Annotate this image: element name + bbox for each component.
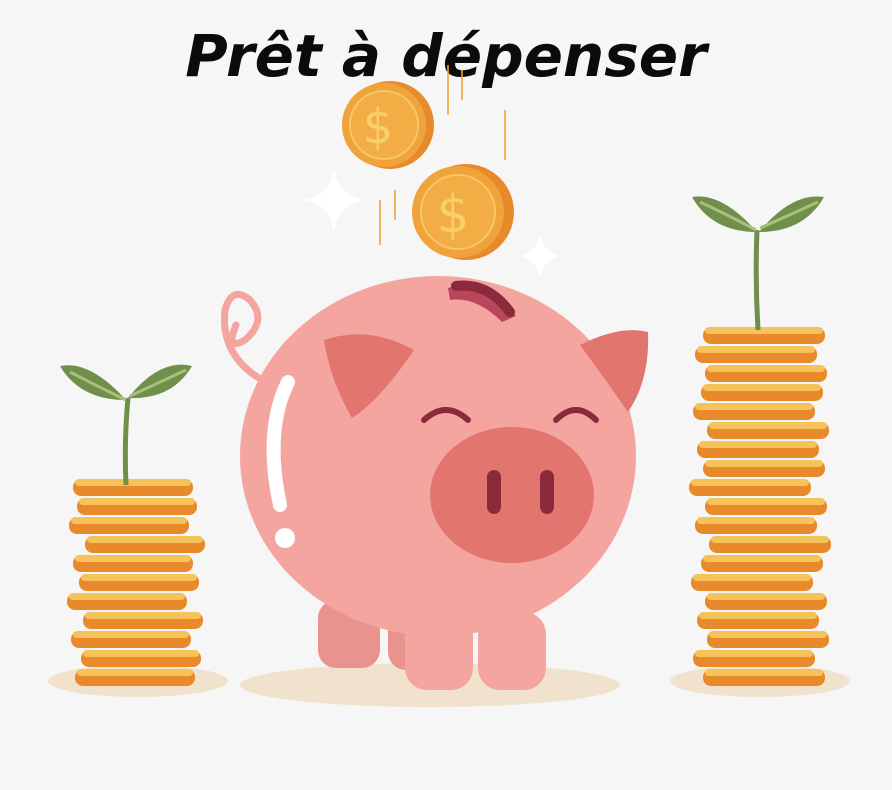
coin-top (707, 593, 825, 600)
piggy-bank-icon (220, 276, 649, 690)
coin-top (703, 555, 821, 562)
coin-stack-icon (689, 327, 831, 686)
coin-top (83, 650, 199, 657)
coin-top (707, 365, 825, 372)
coin-symbol: $ (363, 99, 394, 155)
coin-symbol: $ (436, 185, 469, 245)
coin-stack-icon (67, 479, 205, 686)
coin-top (79, 498, 195, 505)
coin-top (707, 498, 825, 505)
coin-top (695, 650, 813, 657)
sparkle-icon (304, 168, 364, 232)
coin-top (705, 460, 823, 467)
coin-top (77, 669, 193, 676)
coin-top (709, 631, 827, 638)
coin-top (709, 422, 827, 429)
coin-top (81, 574, 197, 581)
sparkle-icon (520, 234, 560, 278)
coin-top (75, 479, 191, 486)
coin-top (87, 536, 203, 543)
coin-top (697, 346, 815, 353)
coin-top (695, 403, 813, 410)
coin-top (705, 669, 823, 676)
coin-top (699, 612, 817, 619)
coin-top (699, 441, 817, 448)
dollar-coin-icon: $ (342, 81, 434, 169)
coin-top (693, 574, 811, 581)
coin-top (697, 517, 815, 524)
sprout-icon (692, 196, 824, 331)
piggy-bank-illustration: $ $ (48, 65, 850, 707)
coin-top (71, 517, 187, 524)
coin-top (75, 555, 191, 562)
coin-top (711, 536, 829, 543)
coin-top (73, 631, 189, 638)
coin-top (703, 384, 821, 391)
dollar-coin-icon: $ (412, 164, 514, 260)
coin-top (705, 327, 823, 334)
coin-top (691, 479, 809, 486)
sprout-icon (60, 364, 192, 486)
coin-top (85, 612, 201, 619)
coin-top (69, 593, 185, 600)
